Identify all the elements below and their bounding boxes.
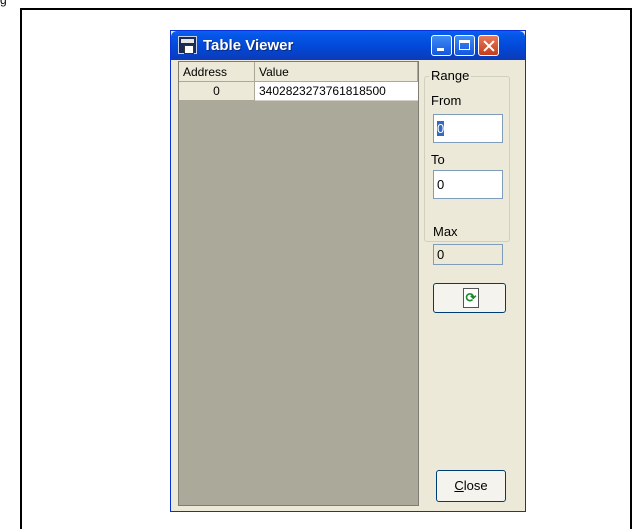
row-address-cell[interactable]: 0 [179, 82, 255, 101]
row-value-cell[interactable]: 3402823273761818500 [255, 82, 418, 101]
from-input[interactable]: 0 [433, 114, 503, 143]
close-button-label: lose [463, 478, 488, 493]
max-field: 0 [433, 244, 503, 265]
minimize-icon[interactable] [431, 35, 452, 56]
title-bar[interactable]: Table Viewer [171, 31, 525, 60]
column-header-address[interactable]: Address [179, 62, 255, 82]
close-icon[interactable] [478, 35, 499, 56]
from-input-value: 0 [437, 121, 445, 136]
window-title: Table Viewer [203, 37, 294, 54]
maximize-icon[interactable] [454, 35, 475, 56]
to-input[interactable]: 0 [433, 170, 503, 199]
from-label: From [431, 93, 462, 108]
table-row[interactable]: 0 3402823273761818500 [179, 82, 418, 101]
range-group-title: Range [429, 68, 472, 83]
grid-header: Address Value [179, 62, 418, 82]
to-label: To [431, 152, 445, 167]
background-caption: g [0, 0, 7, 7]
column-header-value[interactable]: Value [255, 62, 418, 82]
close-button[interactable]: Close [436, 470, 506, 502]
refresh-icon: ⟳ [463, 288, 479, 308]
refresh-button[interactable]: ⟳ [433, 283, 506, 313]
data-grid[interactable]: Address Value 0 3402823273761818500 [178, 61, 419, 506]
table-viewer-window: Table Viewer Address Value 0 34028232737… [170, 30, 526, 512]
table-viewer-app-icon[interactable] [178, 36, 197, 54]
close-mnemonic: C [454, 478, 464, 493]
max-label: Max [433, 224, 458, 239]
